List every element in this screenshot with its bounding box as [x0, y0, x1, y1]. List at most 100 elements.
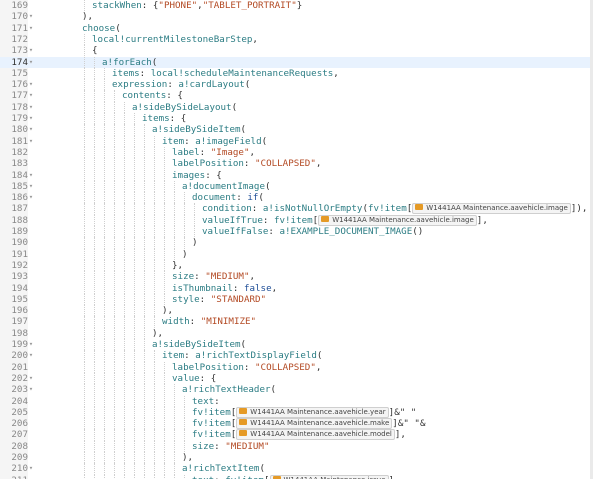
code-line[interactable]: 202 ▾ value: {	[0, 372, 593, 385]
code-line[interactable]: 189 valueIfFalse: a!EXAMPLE_DOCUMENT_IMAG…	[0, 226, 593, 238]
line-number: 194	[11, 282, 28, 294]
code-line[interactable]: 176 ▾ expression: a!cardLayout(	[0, 79, 593, 91]
code-line[interactable]: 208 size: "MEDIUM"	[0, 440, 593, 452]
code-line[interactable]: 197 width: "MINIMIZE"	[0, 316, 593, 328]
code-line[interactable]: 174 ▾ a!forEach(	[0, 56, 593, 68]
fold-arrow-icon[interactable]: ▾	[26, 124, 36, 135]
fold-arrow-icon[interactable]: ▾	[26, 339, 36, 350]
code-line[interactable]: 169 stackWhen: {"PHONE","TABLET_PORTRAIT"…	[0, 0, 593, 12]
indent-guide	[134, 350, 135, 362]
code-line[interactable]: 173 ▾ {	[0, 45, 593, 57]
indent-guide	[134, 158, 135, 170]
code-line[interactable]: 177 ▾ contents: {	[0, 90, 593, 102]
code-line[interactable]: 188 valueIfTrue: fv!item[W1441AA Maintena…	[0, 214, 593, 226]
line-number: 171	[11, 22, 28, 34]
fold-arrow-icon[interactable]: ▾	[26, 11, 36, 22]
indent-guide	[184, 203, 185, 215]
code-line[interactable]: 211 text: fv!item[W1441AA Maintenance.iss…	[0, 474, 593, 479]
fold-arrow-icon[interactable]: ▾	[26, 373, 36, 384]
indent-guide	[84, 440, 85, 452]
code-line[interactable]: 193 size: "MEDIUM",	[0, 271, 593, 283]
fold-arrow-icon[interactable]: ▾	[26, 45, 36, 56]
fold-arrow-icon[interactable]: ▾	[26, 79, 36, 90]
fold-arrow-icon[interactable]: ▾	[26, 90, 36, 101]
code-line[interactable]: 182 label: "Image",	[0, 146, 593, 159]
indent-guide	[134, 384, 135, 396]
fold-arrow-icon[interactable]: ▾	[26, 192, 36, 203]
code-line[interactable]: 192},	[0, 259, 593, 272]
indent-guide	[94, 214, 95, 226]
indent-guide	[154, 429, 155, 441]
code-line[interactable]: 181 ▾ item: a!imageField(	[0, 135, 593, 147]
code-line[interactable]: 179 ▾ items: {	[0, 113, 593, 125]
code-token: condition	[202, 203, 252, 215]
code-line[interactable]: 170 ▾),	[0, 11, 593, 22]
fold-arrow-icon[interactable]: ▾	[26, 181, 36, 192]
fold-arrow-icon[interactable]: ▾	[26, 136, 36, 147]
record-field-token[interactable]: W1441AA Maintenance.aavehicle.image	[318, 214, 477, 226]
indent-guide	[184, 406, 185, 419]
code-text: isThumbnail: false,	[172, 283, 277, 294]
fold-arrow-icon[interactable]: ▾	[26, 463, 36, 474]
code-line[interactable]: 194 isThumbnail: false,	[0, 282, 593, 294]
code-token: item	[162, 135, 185, 147]
code-line[interactable]: 205 fv!item[W1441AA Maintenance.aavehicle…	[0, 406, 593, 419]
indent-guide	[144, 146, 145, 159]
record-field-token[interactable]: W1441AA Maintenance.aavehicle.model	[236, 429, 395, 441]
code-line[interactable]: 180 ▾ a!sideBySideItem(	[0, 124, 593, 136]
indent-guide	[144, 293, 145, 306]
fold-arrow-icon[interactable]: ▾	[26, 384, 36, 395]
indent-guide	[114, 101, 115, 113]
record-field-token[interactable]: W1441AA Maintenance.aavehicle.make	[236, 418, 393, 430]
code-line[interactable]: 191)	[0, 248, 593, 260]
code-line[interactable]: 199 ▾ a!sideBySideItem(	[0, 339, 593, 351]
code-line[interactable]: 210 ▾ a!richTextItem(	[0, 463, 593, 475]
code-line[interactable]: 201 labelPosition: "COLLAPSED",	[0, 361, 593, 373]
code-line[interactable]: 207 fv!item[W1441AA Maintenance.aavehicle…	[0, 429, 593, 441]
indent-guide	[184, 237, 185, 249]
code-token: value	[172, 372, 200, 384]
fold-arrow-icon[interactable]: ▾	[26, 102, 36, 113]
record-field-token[interactable]: W1441AA Maintenance.aavehicle.year	[236, 406, 389, 418]
code-text: item: a!richTextDisplayField(	[162, 350, 322, 361]
fold-arrow-icon[interactable]: ▾	[26, 350, 36, 361]
line-number: 175	[11, 67, 28, 79]
code-line[interactable]: 190)	[0, 237, 593, 249]
code-line[interactable]: 198),	[0, 327, 593, 339]
line-number: 205	[11, 406, 28, 418]
line-number: 188	[11, 214, 28, 226]
code-line[interactable]: 209),	[0, 452, 593, 464]
indent-guide	[164, 406, 165, 419]
fold-arrow-icon[interactable]: ▾	[26, 170, 36, 181]
code-line[interactable]: 195 style: "STANDARD"	[0, 293, 593, 306]
code-token: :	[268, 226, 280, 237]
fold-arrow-icon[interactable]: ▾	[26, 57, 36, 68]
code-line[interactable]: 178 ▾ a!sideBySideLayout(	[0, 101, 593, 113]
code-line[interactable]: 171 ▾ choose(	[0, 23, 593, 34]
code-line[interactable]: 172 local!currentMilestoneBarStep,	[0, 33, 593, 46]
line-number: 169	[11, 0, 28, 11]
record-field-label: W1441AA Maintenance.aavehicle.model	[250, 430, 392, 439]
indent-guide	[174, 237, 175, 249]
fold-arrow-icon[interactable]: ▾	[26, 23, 36, 34]
code-line[interactable]: 200 ▾ item: a!richTextDisplayField(	[0, 350, 593, 362]
code-line[interactable]: 206 fv!item[W1441AA Maintenance.aavehicle…	[0, 418, 593, 430]
code-line[interactable]: 203 ▾ a!richTextHeader(	[0, 384, 593, 396]
code-line[interactable]: 196),	[0, 305, 593, 317]
record-field-token[interactable]: W1441AA Maintenance.aavehicle.image	[412, 203, 571, 215]
code-token: {	[92, 45, 98, 57]
line-number: 209	[11, 452, 28, 463]
code-line[interactable]: 204 text:	[0, 395, 593, 407]
code-line[interactable]: 185 ▾ a!documentImage(	[0, 180, 593, 193]
code-line[interactable]: 184 ▾ images: {	[0, 169, 593, 181]
indent-guide	[104, 124, 105, 136]
fold-arrow-icon[interactable]: ▾	[26, 113, 36, 124]
code-editor[interactable]: 169 stackWhen: {"PHONE","TABLET_PORTRAIT"…	[0, 0, 593, 479]
indent-guide	[154, 158, 155, 170]
code-line[interactable]: 186 ▾ document: if(	[0, 192, 593, 204]
indent-guide	[104, 429, 105, 441]
code-line[interactable]: 183 labelPosition: "COLLAPSED",	[0, 158, 593, 170]
record-field-token[interactable]: W1441AA Maintenance.issue	[269, 474, 389, 479]
code-line[interactable]: 175 items: local!scheduleMaintenanceReque…	[0, 67, 593, 80]
code-line[interactable]: 187 condition: a!isNotNullOrEmpty(fv!item…	[0, 203, 593, 215]
